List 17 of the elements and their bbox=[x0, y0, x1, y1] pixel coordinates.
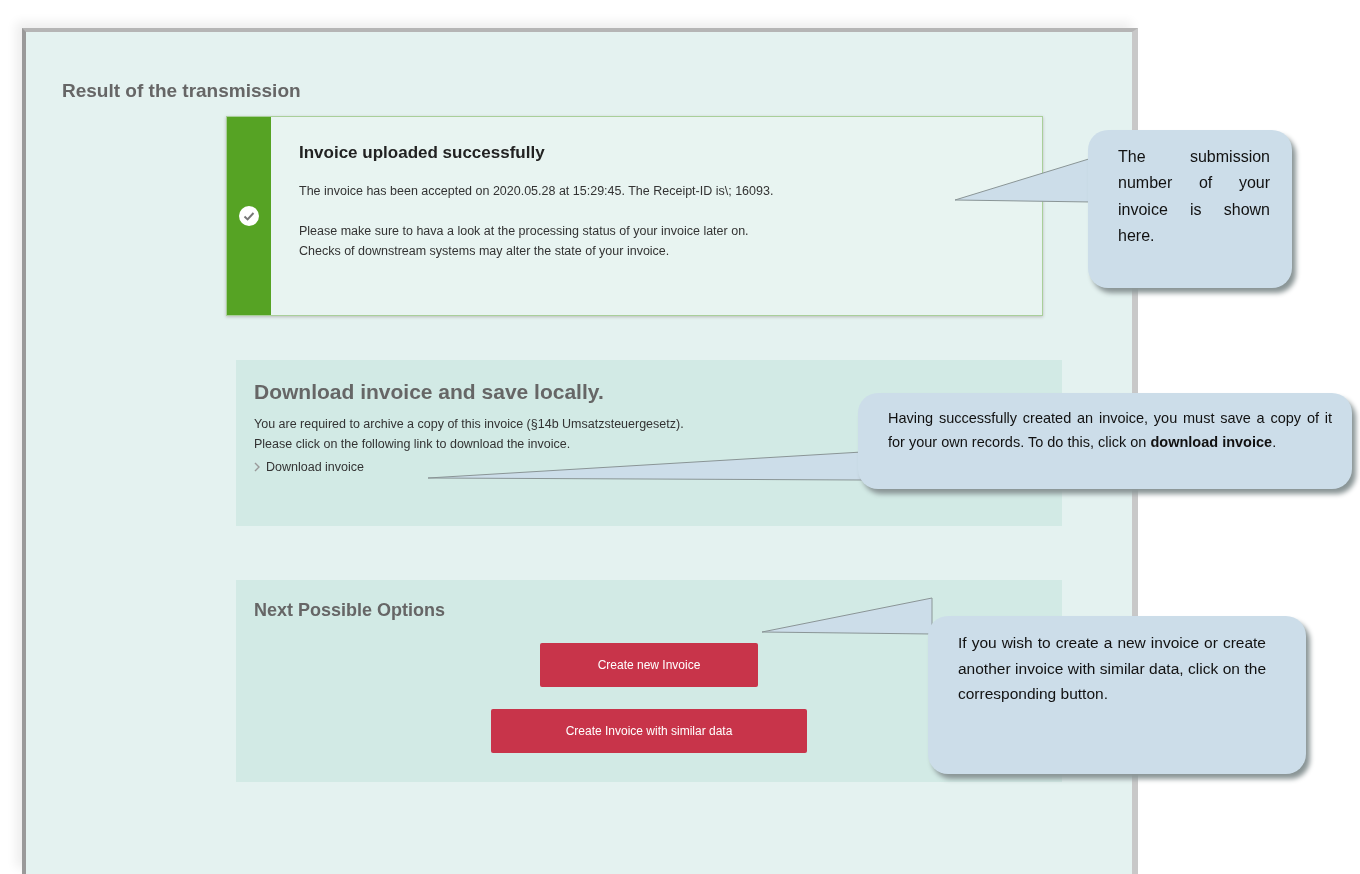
chevron-icon bbox=[254, 462, 260, 472]
message-text: Please make sure to hava a look at the processing status of your invoice later on. bbox=[299, 223, 749, 240]
callout-bubble: The submission number of your invoice is shown here. bbox=[1088, 130, 1292, 288]
action-button[interactable]: Create new Invoice bbox=[540, 643, 758, 687]
section-title: Next Possible Options bbox=[254, 600, 446, 621]
check-icon bbox=[239, 206, 259, 226]
action-button[interactable]: Create Invoice with similar data bbox=[491, 709, 807, 753]
page-title: Result of the transmission bbox=[62, 80, 302, 102]
callout-bubble: If you wish to create a new invoice or create another invoice with similar data, click on the corresponding button. bbox=[928, 616, 1306, 774]
message-text: The invoice has been accepted on 2020.05.28 at 15:29:45. The Receipt-ID is\; 16093. bbox=[299, 183, 774, 200]
instruction-text: You are required to archive a copy of this invoice (§14b Umsatzsteuergesetz). bbox=[254, 416, 684, 433]
message-text: Checks of downstream systems may alter the state of your invoice. bbox=[299, 243, 670, 260]
card-title: Invoice uploaded successfully bbox=[299, 143, 546, 163]
download-link[interactable]: Download invoice bbox=[254, 460, 364, 474]
section-title: Download invoice and save locally. bbox=[254, 380, 604, 404]
instruction-text: Please click on the following link to download the invoice. bbox=[254, 436, 571, 453]
callout-bubble: Having successfully created an invoice, you must save a copy of it for your own records. To do this, click on download invoice. bbox=[858, 393, 1352, 489]
